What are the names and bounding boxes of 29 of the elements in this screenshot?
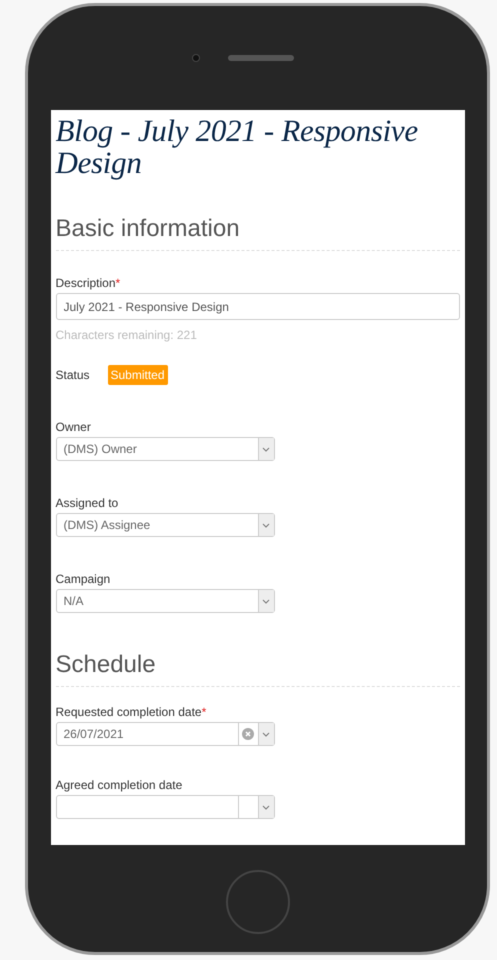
section-heading: Schedule [56, 652, 460, 687]
field-label: Campaign [56, 572, 110, 586]
caret-icon [262, 732, 270, 736]
field-label: Agreed completion date [56, 778, 182, 792]
field-label: Description [56, 276, 116, 290]
caret-icon [262, 598, 270, 604]
caret-icon [262, 522, 270, 528]
status-badge: Submitted [108, 365, 168, 385]
caret-icon [262, 446, 270, 452]
required-mark: * [202, 705, 206, 719]
caret-icon [262, 804, 270, 810]
speaker-icon [228, 55, 294, 61]
date-field[interactable] [56, 795, 274, 819]
field-label: Owner [56, 420, 91, 434]
dropdown-field[interactable]: (DMS) Owner [56, 437, 274, 461]
page-title: Blog - July 2021 - Responsive Design [56, 115, 419, 179]
dropdown-field[interactable]: N/A [56, 589, 274, 613]
characters-remaining: Characters remaining: 221 [56, 328, 198, 342]
description-field[interactable]: July 2021 - Responsive Design [56, 293, 460, 320]
section-heading: Basic information [56, 216, 460, 251]
required-mark: * [116, 276, 120, 290]
camera-icon [192, 54, 200, 62]
clear-icon[interactable] [242, 728, 254, 740]
field-label: Assigned to [56, 496, 118, 510]
field-label: Status [56, 367, 91, 384]
dropdown-field[interactable]: (DMS) Assignee [56, 513, 274, 537]
home-button[interactable] [226, 870, 290, 934]
date-field[interactable]: 26/07/2021 [56, 722, 274, 746]
field-label: Requested completion date [56, 705, 202, 719]
